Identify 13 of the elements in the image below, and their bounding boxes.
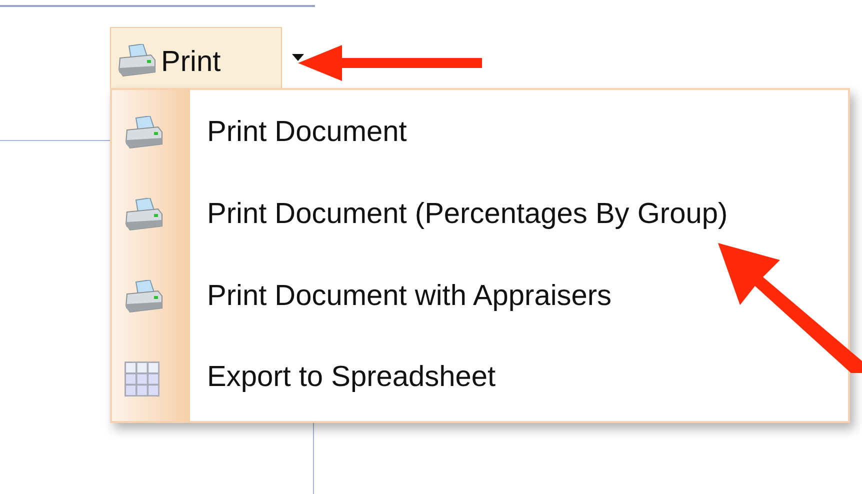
menu-item[interactable]: Print Document (Percentages By Group) <box>207 192 728 236</box>
printer-icon <box>124 198 164 232</box>
menu-item[interactable]: Print Document <box>207 111 407 155</box>
caret-icon[interactable] <box>292 54 304 62</box>
print-button[interactable]: Print <box>110 27 282 89</box>
printer-icon <box>124 116 164 150</box>
menu-item[interactable]: Export to Spreadsheet <box>207 356 496 400</box>
arrow-icon <box>718 243 862 373</box>
grid-icon <box>124 361 160 398</box>
menu-item[interactable]: Print Document with Appraisers <box>207 274 612 318</box>
arrow-icon <box>298 45 482 81</box>
printer-icon <box>117 44 157 78</box>
printer-icon <box>124 280 164 314</box>
